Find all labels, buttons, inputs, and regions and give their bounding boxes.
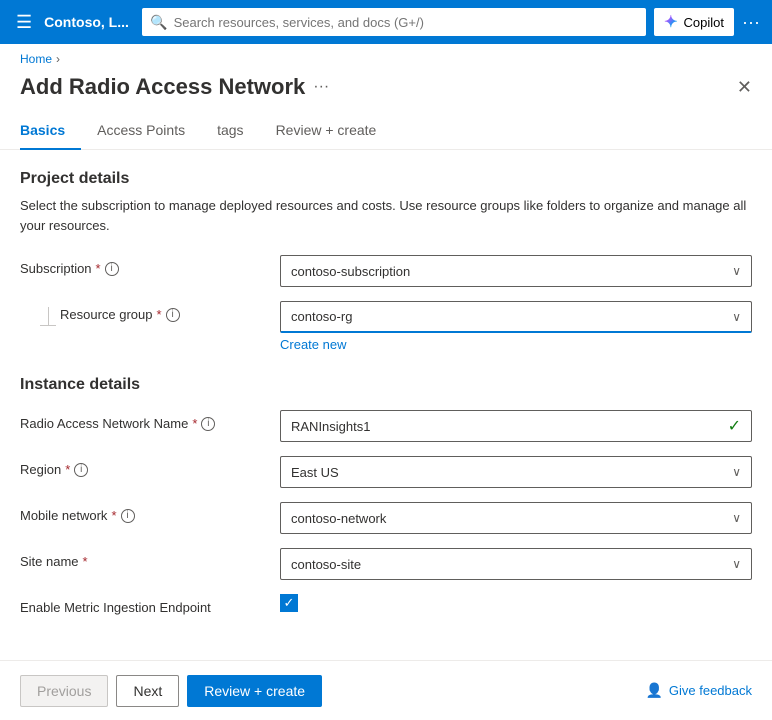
copilot-button[interactable]: ✦ Copilot bbox=[654, 8, 734, 36]
mobile-network-label: Mobile network * i bbox=[20, 502, 280, 523]
subscription-dropdown[interactable]: contoso-subscription ∨ bbox=[280, 255, 752, 287]
endpoint-label: Enable Metric Ingestion Endpoint bbox=[20, 594, 280, 615]
portal-title: Contoso, L... bbox=[44, 14, 134, 30]
tab-review-create[interactable]: Review + create bbox=[260, 112, 393, 150]
topbar-actions: ✦ Copilot ··· bbox=[654, 8, 760, 36]
mobile-network-row: Mobile network * i contoso-network ∨ bbox=[20, 502, 752, 534]
rg-indent bbox=[20, 301, 60, 326]
main-content: Project details Select the subscription … bbox=[0, 150, 772, 660]
subscription-chevron-icon: ∨ bbox=[732, 264, 741, 278]
subscription-value: contoso-subscription bbox=[291, 264, 410, 279]
ran-name-dropdown[interactable]: RANInsights1 ✓ bbox=[280, 410, 752, 442]
subscription-required: * bbox=[96, 261, 101, 276]
ran-name-info-icon[interactable]: i bbox=[201, 417, 215, 431]
project-details-description: Select the subscription to manage deploy… bbox=[20, 196, 752, 235]
tab-access-points[interactable]: Access Points bbox=[81, 112, 201, 150]
subscription-control: contoso-subscription ∨ bbox=[280, 255, 752, 287]
project-details-title: Project details bbox=[20, 170, 752, 188]
site-name-control: contoso-site ∨ bbox=[280, 548, 752, 580]
feedback-label: Give feedback bbox=[669, 683, 752, 698]
subscription-label: Subscription * i bbox=[20, 255, 280, 276]
endpoint-row: Enable Metric Ingestion Endpoint ✓ bbox=[20, 594, 752, 615]
ran-name-value: RANInsights1 bbox=[291, 419, 370, 434]
page-more-icon[interactable]: ··· bbox=[313, 78, 329, 96]
subscription-row: Subscription * i contoso-subscription ∨ bbox=[20, 255, 752, 287]
resource-group-row: Resource group * i contoso-rg ∨ Create n… bbox=[20, 301, 752, 352]
resource-group-label: Resource group * i bbox=[60, 301, 280, 322]
mobile-network-control: contoso-network ∨ bbox=[280, 502, 752, 534]
close-button[interactable]: ✕ bbox=[737, 77, 752, 98]
site-name-value: contoso-site bbox=[291, 557, 361, 572]
region-control: East US ∨ bbox=[280, 456, 752, 488]
region-info-icon[interactable]: i bbox=[74, 463, 88, 477]
ran-name-required: * bbox=[192, 416, 197, 431]
copilot-label: Copilot bbox=[684, 15, 724, 30]
instance-details-section: Instance details Radio Access Network Na… bbox=[20, 376, 752, 615]
site-name-label: Site name * bbox=[20, 548, 280, 569]
region-row: Region * i East US ∨ bbox=[20, 456, 752, 488]
mobile-network-dropdown[interactable]: contoso-network ∨ bbox=[280, 502, 752, 534]
topbar-more-icon[interactable]: ··· bbox=[742, 12, 760, 33]
region-required: * bbox=[65, 462, 70, 477]
breadcrumb-home[interactable]: Home bbox=[20, 52, 52, 66]
resource-group-dropdown[interactable]: contoso-rg ∨ bbox=[280, 301, 752, 333]
next-button[interactable]: Next bbox=[116, 675, 179, 707]
region-dropdown[interactable]: East US ∨ bbox=[280, 456, 752, 488]
endpoint-check-icon: ✓ bbox=[284, 595, 295, 611]
mobile-network-info-icon[interactable]: i bbox=[121, 509, 135, 523]
ran-name-check-icon: ✓ bbox=[728, 416, 741, 436]
page-header: Add Radio Access Network ··· ✕ bbox=[0, 70, 772, 112]
region-chevron-icon: ∨ bbox=[732, 465, 741, 479]
resource-group-chevron-icon: ∨ bbox=[732, 310, 741, 324]
page-title: Add Radio Access Network bbox=[20, 74, 305, 100]
resource-group-required: * bbox=[157, 307, 162, 322]
feedback-icon: 👤 bbox=[645, 682, 662, 699]
tab-basics[interactable]: Basics bbox=[20, 112, 81, 150]
search-bar[interactable]: 🔍 bbox=[142, 8, 646, 36]
site-name-chevron-icon: ∨ bbox=[732, 557, 741, 571]
feedback-link[interactable]: 👤 Give feedback bbox=[645, 682, 752, 699]
mobile-network-chevron-icon: ∨ bbox=[732, 511, 741, 525]
hamburger-icon[interactable]: ☰ bbox=[12, 8, 36, 37]
breadcrumb-separator: › bbox=[56, 52, 60, 66]
ran-name-row: Radio Access Network Name * i RANInsight… bbox=[20, 410, 752, 442]
subscription-info-icon[interactable]: i bbox=[105, 262, 119, 276]
resource-group-value: contoso-rg bbox=[291, 309, 352, 324]
tabs-bar: Basics Access Points tags Review + creat… bbox=[0, 112, 772, 150]
search-input[interactable] bbox=[174, 15, 639, 30]
page-title-row: Add Radio Access Network ··· bbox=[20, 74, 329, 100]
footer: Previous Next Review + create 👤 Give fee… bbox=[0, 660, 772, 720]
site-name-dropdown[interactable]: contoso-site ∨ bbox=[280, 548, 752, 580]
copilot-icon: ✦ bbox=[664, 12, 677, 32]
project-details-section: Project details Select the subscription … bbox=[20, 170, 752, 352]
site-name-row: Site name * contoso-site ∨ bbox=[20, 548, 752, 580]
ran-name-control: RANInsights1 ✓ bbox=[280, 410, 752, 442]
search-icon: 🔍 bbox=[150, 14, 167, 31]
ran-name-label: Radio Access Network Name * i bbox=[20, 410, 280, 431]
instance-details-title: Instance details bbox=[20, 376, 752, 394]
topbar: ☰ Contoso, L... 🔍 ✦ Copilot ··· bbox=[0, 0, 772, 44]
region-label: Region * i bbox=[20, 456, 280, 477]
region-value: East US bbox=[291, 465, 339, 480]
breadcrumb: Home › bbox=[0, 44, 772, 70]
site-name-required: * bbox=[83, 554, 88, 569]
mobile-network-value: contoso-network bbox=[291, 511, 386, 526]
resource-group-info-icon[interactable]: i bbox=[166, 308, 180, 322]
endpoint-checkbox[interactable]: ✓ bbox=[280, 594, 298, 612]
resource-group-control: contoso-rg ∨ Create new bbox=[280, 301, 752, 352]
mobile-network-required: * bbox=[111, 508, 116, 523]
review-create-button[interactable]: Review + create bbox=[187, 675, 322, 707]
previous-button[interactable]: Previous bbox=[20, 675, 108, 707]
tab-tags[interactable]: tags bbox=[201, 112, 259, 150]
endpoint-control: ✓ bbox=[280, 594, 752, 612]
create-new-link[interactable]: Create new bbox=[280, 337, 346, 352]
